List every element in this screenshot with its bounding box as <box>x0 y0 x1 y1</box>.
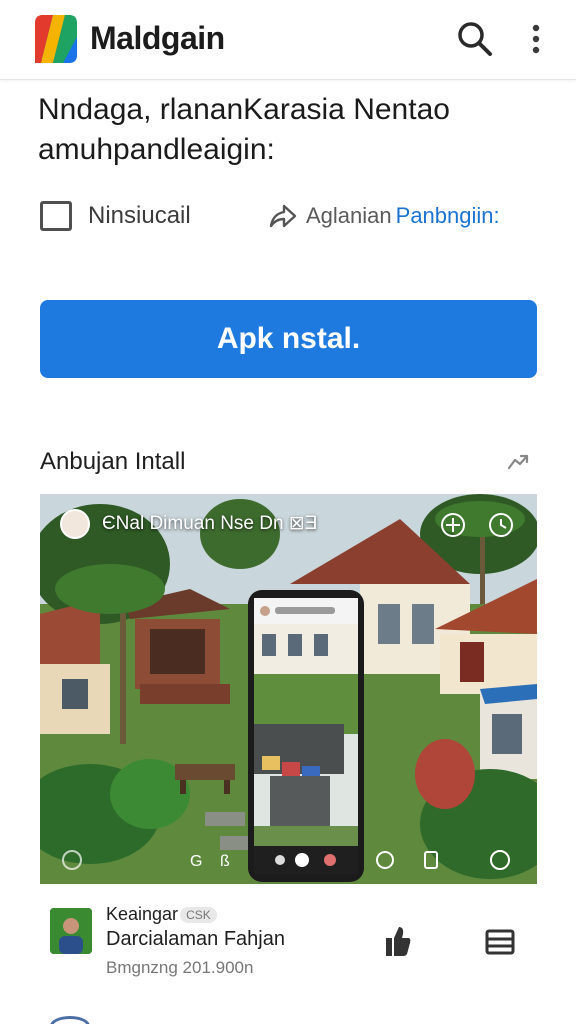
media-caption: ЄNal Dimuan Nse Dn ⊠Ǝ <box>102 513 318 534</box>
item-tag: CSK <box>180 907 217 924</box>
list-item[interactable]: Keaingar CSK Darcialaman Fahjan Bmgnzng 2… <box>50 902 550 982</box>
next-item-avatar <box>50 1016 90 1024</box>
media-preview[interactable]: ЄNal Dimuan Nse Dn ⊠Ǝ G ß <box>40 494 537 884</box>
more-vert-icon[interactable] <box>524 20 548 58</box>
app-bar: Maldgain <box>0 0 576 80</box>
share-arrow-icon[interactable] <box>506 450 530 474</box>
svg-text:ß: ß <box>220 853 230 870</box>
media-controls[interactable]: G ß <box>40 842 537 876</box>
checkbox[interactable] <box>40 201 72 231</box>
share-link[interactable]: Panbngiin: <box>396 203 500 229</box>
item-author: Keaingar CSK <box>106 904 217 925</box>
bookmark-icon[interactable] <box>484 928 516 956</box>
svg-text:G: G <box>190 853 202 870</box>
item-thumbnail[interactable] <box>50 908 92 954</box>
item-date: Bmgnzng 201.900n <box>106 958 254 977</box>
item-author-name: Keaingar <box>106 904 179 924</box>
clock-icon[interactable] <box>488 512 514 538</box>
compass-icon[interactable] <box>440 512 466 538</box>
app-title: Maldgain <box>90 20 225 56</box>
village-scene-image <box>40 494 537 884</box>
share-text: Aglanian <box>306 203 392 228</box>
avatar[interactable] <box>60 509 90 539</box>
app-logo-icon[interactable] <box>35 15 77 63</box>
search-icon[interactable] <box>456 20 494 58</box>
item-title: Darcialaman Fahjan <box>106 928 285 950</box>
page-headline: Nndaga, rlananKarasia Nentao amuhpandlea… <box>38 93 450 166</box>
section-title: Anbujan Intall <box>40 448 186 475</box>
checkbox-row[interactable]: Ninsiucail <box>40 198 191 234</box>
checkbox-label: Ninsiucail <box>88 202 191 229</box>
thumb-up-icon[interactable] <box>382 924 412 958</box>
share-icon[interactable] <box>268 202 298 230</box>
install-button[interactable]: Apk nstal. <box>40 300 537 378</box>
share-row[interactable]: Aglanian Panbngiin: <box>268 198 500 234</box>
